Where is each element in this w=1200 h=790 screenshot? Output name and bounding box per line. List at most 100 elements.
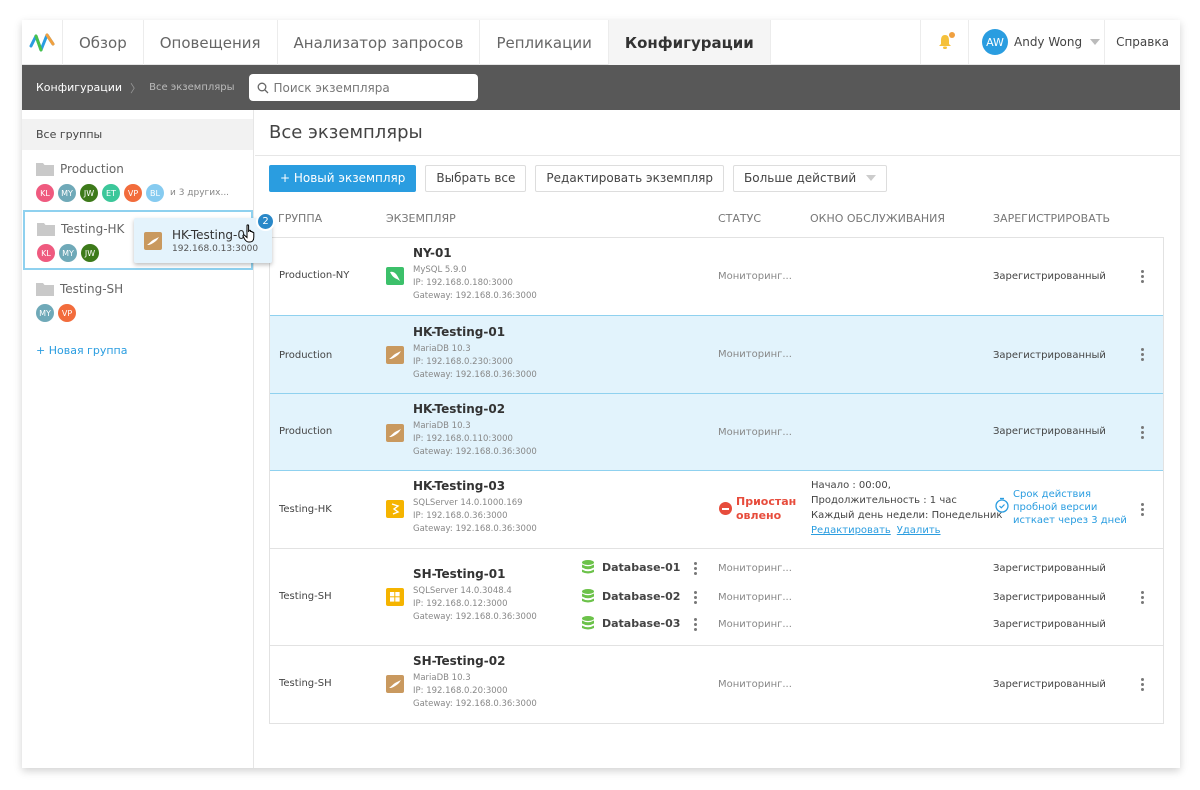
- stop-icon: [719, 502, 732, 515]
- row-group: Production: [279, 426, 333, 437]
- mariadb-icon: [386, 424, 404, 442]
- user-menu[interactable]: AW Andy Wong: [968, 20, 1104, 64]
- app-logo[interactable]: [22, 20, 63, 65]
- user-name: Andy Wong: [1014, 35, 1083, 49]
- search-placeholder: Поиск экземпляра: [273, 80, 390, 95]
- tab-replications[interactable]: Репликации: [480, 20, 609, 65]
- delete-maintenance-link[interactable]: Удалить: [897, 525, 941, 536]
- sidebar-group-testing-sh[interactable]: Testing-SH MY VP: [22, 270, 253, 330]
- database-name: Database-01: [602, 560, 681, 574]
- instance-name[interactable]: HK-Testing-03: [413, 479, 537, 493]
- edit-maintenance-link[interactable]: Редактировать: [811, 525, 891, 536]
- database-icon: [582, 616, 594, 630]
- maintenance-window: Начало : 00:00, Продолжительность : 1 ча…: [811, 478, 1002, 538]
- database-status: Мониторинг...: [718, 592, 792, 603]
- more-options-icon[interactable]: [1141, 270, 1145, 284]
- member-avatar: MY: [58, 184, 76, 202]
- mysql-icon: [386, 267, 404, 285]
- instance-status: Мониторинг...: [718, 679, 792, 690]
- database-more-options-icon[interactable]: [694, 562, 698, 576]
- folder-icon: [36, 283, 54, 296]
- instance-gateway: Gateway: 192.168.0.36:3000: [413, 699, 537, 709]
- instance-name[interactable]: HK-Testing-01: [413, 325, 537, 339]
- database-item[interactable]: Database-01: [582, 560, 680, 574]
- member-avatar: VP: [58, 304, 76, 322]
- tab-alerts[interactable]: Оповещения: [144, 20, 278, 65]
- sidebar-group-production[interactable]: Production KL MY JW ET VP BL и 3 других.…: [22, 150, 253, 210]
- column-header-group[interactable]: ГРУППА: [278, 212, 322, 225]
- more-options-icon[interactable]: [1141, 503, 1145, 517]
- status-paused: Приостан овлено: [719, 495, 796, 523]
- group-name: Production: [60, 162, 124, 176]
- table-row[interactable]: Testing-HK HK-Testing-03 SQLServer 14.0.…: [270, 471, 1163, 549]
- timer-icon: [995, 497, 1009, 513]
- column-header-register[interactable]: ЗАРЕГИСТРИРОВАТЬ: [993, 212, 1110, 225]
- database-register: Зарегистрированный: [993, 563, 1106, 574]
- trial-line2: пробной версии: [1013, 502, 1098, 513]
- database-icon: [582, 560, 594, 574]
- column-header-instance[interactable]: ЭКЗЕМПЛЯР: [386, 212, 456, 225]
- select-all-button[interactable]: Выбрать все: [425, 164, 527, 192]
- instance-ip: IP: 192.168.0.36:3000: [413, 511, 508, 521]
- status-paused-line2: овлено: [736, 509, 782, 522]
- more-options-icon[interactable]: [1141, 426, 1145, 440]
- more-actions-dropdown[interactable]: Больше действий: [733, 164, 888, 192]
- drag-count-badge: 2: [256, 212, 275, 231]
- member-avatar: JW: [80, 184, 98, 202]
- member-avatar: KL: [37, 244, 55, 262]
- maintenance-repeat: Каждый день недели: Понедельник: [811, 510, 1003, 521]
- tab-overview[interactable]: Обзор: [63, 20, 144, 65]
- database-name: Database-03: [602, 616, 681, 630]
- new-instance-button[interactable]: + Новый экземпляр: [269, 164, 417, 192]
- row-group: Production-NY: [279, 270, 350, 281]
- table-row[interactable]: Production HK-Testing-02 MariaDB 10.3 IP…: [270, 393, 1163, 471]
- notifications-button[interactable]: [920, 20, 968, 64]
- windows-icon: [386, 588, 404, 606]
- sub-bar: Конфигурации 〉 Все экземпляры Поиск экзе…: [22, 65, 1180, 110]
- chevron-down-icon: [866, 175, 877, 181]
- instance-name[interactable]: HK-Testing-02: [413, 402, 537, 416]
- help-link[interactable]: Справка: [1104, 20, 1180, 64]
- top-nav: Обзор Оповещения Анализатор запросов Реп…: [22, 20, 1180, 65]
- row-group: Testing-SH: [279, 678, 332, 689]
- more-options-icon[interactable]: [1141, 678, 1145, 692]
- instance-db-type: SQLServer 14.0.1000.169: [413, 498, 523, 508]
- trial-expiry[interactable]: Срок действия пробной версии исткает чер…: [994, 488, 1127, 527]
- table-row[interactable]: Testing-SH SH-Testing-02 MariaDB 10.3 IP…: [270, 646, 1163, 723]
- user-avatar: AW: [982, 29, 1008, 55]
- more-members-link[interactable]: и 3 других...: [170, 188, 229, 198]
- member-avatar: BL: [146, 184, 164, 202]
- instance-name[interactable]: SH-Testing-02: [413, 654, 537, 668]
- instance-db-type: SQLServer 14.0.3048.4: [413, 586, 512, 596]
- table-row[interactable]: Testing-SH SH-Testing-01 SQLServer 14.0.…: [270, 549, 1163, 646]
- instance-ip: IP: 192.168.0.230:3000: [413, 357, 513, 367]
- instance-register: Зарегистрированный: [993, 350, 1106, 361]
- table-row[interactable]: Production-NY NY-01 MySQL 5.9.0 IP: 192.…: [270, 238, 1163, 316]
- instance-gateway: Gateway: 192.168.0.36:3000: [413, 524, 537, 534]
- database-more-options-icon[interactable]: [694, 618, 698, 632]
- database-item[interactable]: Database-02: [582, 589, 680, 603]
- more-options-icon[interactable]: [1141, 591, 1145, 605]
- drag-ghost-ip: 192.168.0.13:3000: [172, 243, 259, 254]
- edit-instance-button[interactable]: Редактировать экземпляр: [535, 164, 724, 192]
- database-more-options-icon[interactable]: [694, 591, 698, 605]
- instance-ip: IP: 192.168.0.20:3000: [413, 686, 508, 696]
- column-header-status[interactable]: СТАТУС: [718, 212, 761, 225]
- database-item[interactable]: Database-03: [582, 616, 680, 630]
- sidebar-item-all-groups[interactable]: Все группы: [22, 119, 253, 150]
- more-options-icon[interactable]: [1141, 348, 1145, 362]
- row-group: Testing-HK: [279, 504, 332, 515]
- instance-name[interactable]: SH-Testing-01: [413, 567, 537, 581]
- tab-query-analyzer[interactable]: Анализатор запросов: [278, 20, 481, 65]
- mariadb-icon: [144, 231, 162, 250]
- instance-status: Мониторинг...: [718, 271, 792, 282]
- column-header-maintenance[interactable]: ОКНО ОБСЛУЖИВАНИЯ: [810, 212, 945, 225]
- tab-configurations[interactable]: Конфигурации: [608, 20, 771, 65]
- breadcrumb-configurations[interactable]: Конфигурации: [36, 81, 122, 94]
- group-name: Testing-HK: [61, 222, 125, 236]
- maintenance-duration: Продолжительность : 1 час: [811, 495, 957, 506]
- instance-name[interactable]: NY-01: [413, 246, 537, 260]
- table-row[interactable]: Production HK-Testing-01 MariaDB 10.3 IP…: [270, 315, 1163, 394]
- new-group-link[interactable]: + Новая группа: [22, 330, 253, 371]
- search-input[interactable]: Поиск экземпляра: [248, 74, 478, 101]
